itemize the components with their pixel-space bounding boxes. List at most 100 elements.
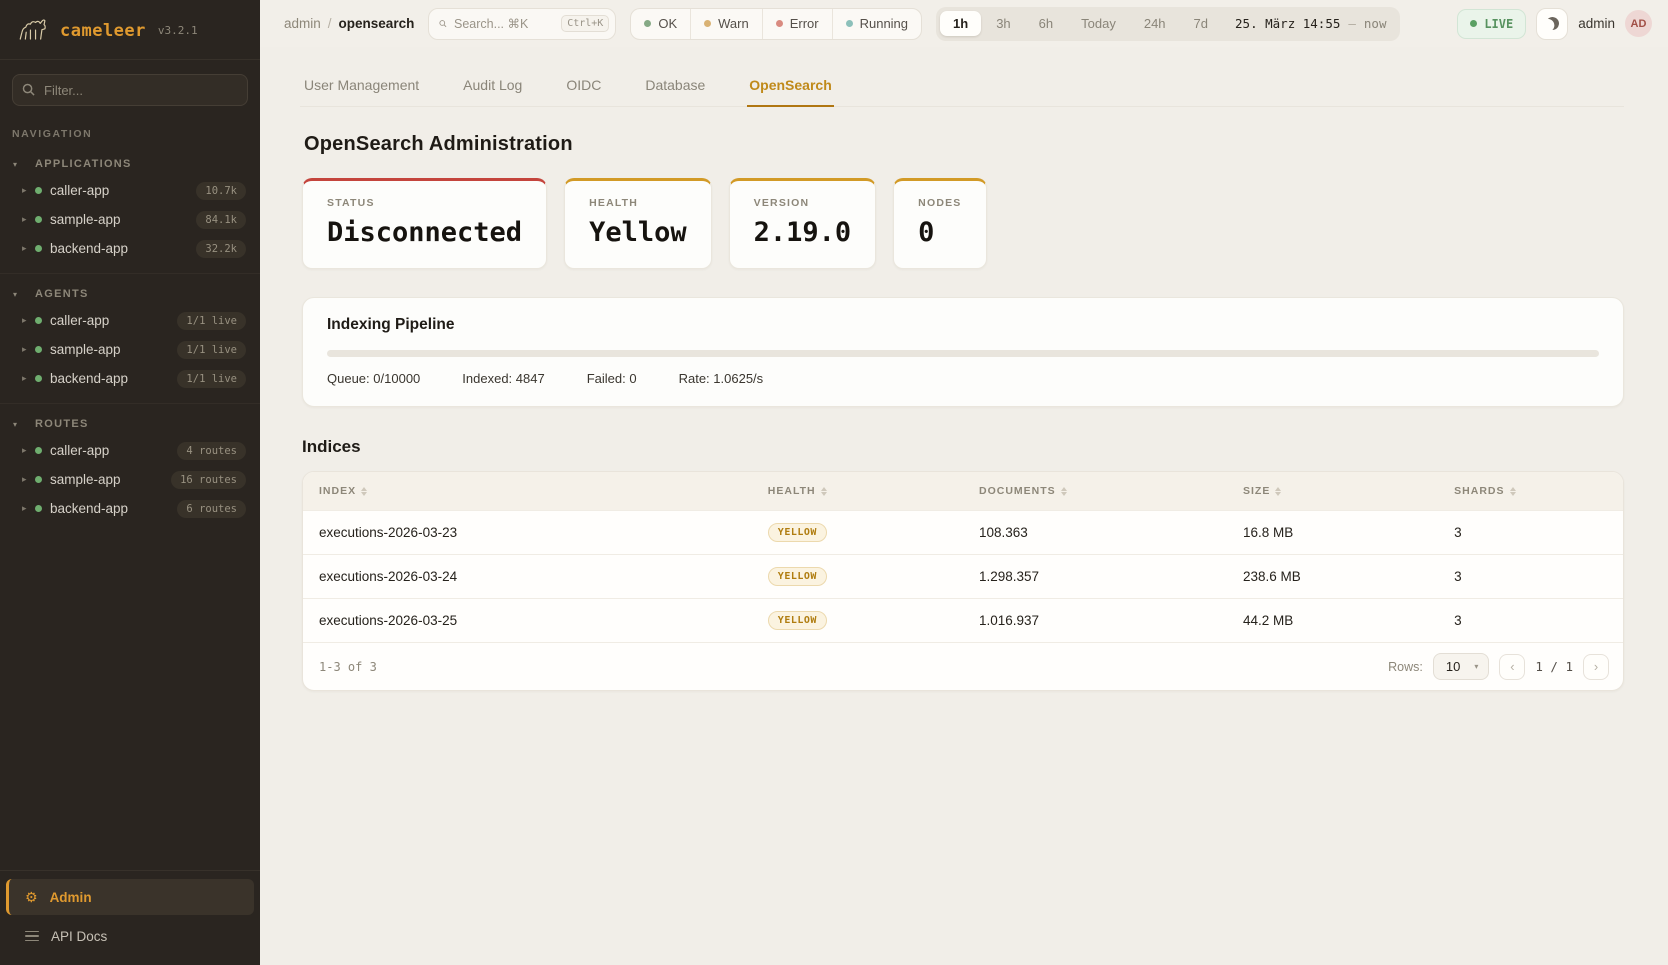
cell-health: YELLOW xyxy=(752,599,963,642)
cell-health: YELLOW xyxy=(752,511,963,554)
cell-index: executions-2026-03-23 xyxy=(303,513,752,552)
breadcrumb-admin[interactable]: admin xyxy=(284,16,321,31)
date-range-display[interactable]: 25. März 14:55 — now xyxy=(1235,16,1386,31)
sidebar-item-agents-sample-app[interactable]: ▸ sample-app 1/1 live xyxy=(0,335,260,364)
time-range-24h[interactable]: 24h xyxy=(1131,11,1179,36)
health-card: HEALTH Yellow xyxy=(564,178,712,269)
avatar[interactable]: AD xyxy=(1625,10,1652,37)
section-header-agents[interactable]: ▾ AGENTS xyxy=(0,280,260,306)
stat-label: VERSION xyxy=(754,197,852,209)
next-page-button[interactable]: › xyxy=(1583,654,1609,680)
column-header-shards[interactable]: SHARDS xyxy=(1438,472,1623,510)
pipeline-progress-bar xyxy=(327,350,1599,357)
tab-oidc[interactable]: OIDC xyxy=(564,69,603,106)
item-label: caller-app xyxy=(50,443,109,458)
rows-per-page-value: 10 xyxy=(1446,659,1460,674)
sidebar-item-api-docs[interactable]: API Docs xyxy=(6,919,254,953)
sidebar-item-routes-caller-app[interactable]: ▸ caller-app 4 routes xyxy=(0,436,260,465)
time-range-today[interactable]: Today xyxy=(1068,11,1129,36)
user-name: admin xyxy=(1578,16,1615,31)
time-range-3h[interactable]: 3h xyxy=(983,11,1023,36)
topbar: admin / opensearch Ctrl+K OK Warn Error xyxy=(260,0,1668,47)
filter-running-button[interactable]: Running xyxy=(832,9,921,39)
live-toggle[interactable]: LIVE xyxy=(1457,9,1526,39)
time-range-6h[interactable]: 6h xyxy=(1026,11,1066,36)
column-header-index[interactable]: INDEX xyxy=(303,472,752,510)
live-badge: 1/1 live xyxy=(177,341,246,359)
routes-badge: 16 routes xyxy=(171,471,246,489)
chevron-right-icon: ▸ xyxy=(22,243,35,254)
nodes-card: NODES 0 xyxy=(893,178,986,269)
filter-ok-button[interactable]: OK xyxy=(631,9,690,39)
sidebar-item-routes-backend-app[interactable]: ▸ backend-app 6 routes xyxy=(0,494,260,523)
column-header-health[interactable]: HEALTH xyxy=(752,472,963,510)
sidebar-item-applications-caller-app[interactable]: ▸ caller-app 10.7k xyxy=(0,176,260,205)
filter-label: Running xyxy=(860,16,908,31)
column-header-documents[interactable]: DOCUMENTS xyxy=(963,472,1227,510)
moon-icon xyxy=(1544,16,1560,32)
table-row[interactable]: executions-2026-03-23 YELLOW 108.363 16.… xyxy=(303,510,1623,554)
stat-value: 2.19.0 xyxy=(754,217,852,248)
sidebar-item-admin[interactable]: ⚙ Admin xyxy=(6,879,254,915)
app-logo: cameleer v3.2.1 xyxy=(0,0,260,60)
status-dot xyxy=(35,346,42,353)
sort-icon xyxy=(361,487,367,496)
rows-per-page-select[interactable]: 10 ▾ xyxy=(1433,653,1489,680)
sidebar-item-applications-sample-app[interactable]: ▸ sample-app 84.1k xyxy=(0,205,260,234)
filter-warn-button[interactable]: Warn xyxy=(690,9,762,39)
navigation-label: NAVIGATION xyxy=(0,110,260,144)
date-separator: — xyxy=(1348,16,1356,31)
stat-label: HEALTH xyxy=(589,197,687,209)
filter-error-button[interactable]: Error xyxy=(762,9,832,39)
filter-input[interactable] xyxy=(12,74,248,106)
section-header-routes[interactable]: ▾ ROUTES xyxy=(0,410,260,436)
tab-database[interactable]: Database xyxy=(643,69,707,106)
cell-size: 238.6 MB xyxy=(1227,557,1438,596)
item-label: sample-app xyxy=(50,342,121,357)
sidebar-item-routes-sample-app[interactable]: ▸ sample-app 16 routes xyxy=(0,465,260,494)
gear-icon: ⚙ xyxy=(25,889,38,906)
indices-title: Indices xyxy=(302,437,1624,457)
chevron-right-icon: ▸ xyxy=(22,445,35,456)
sidebar-item-agents-backend-app[interactable]: ▸ backend-app 1/1 live xyxy=(0,364,260,393)
global-search[interactable]: Ctrl+K xyxy=(428,8,616,40)
tab-audit-log[interactable]: Audit Log xyxy=(461,69,524,106)
cell-size: 16.8 MB xyxy=(1227,513,1438,552)
count-badge: 10.7k xyxy=(196,182,246,200)
chevron-right-icon: ▸ xyxy=(22,185,35,196)
tab-opensearch[interactable]: OpenSearch xyxy=(747,69,833,106)
stat-label: STATUS xyxy=(327,197,522,209)
time-range-7d[interactable]: 7d xyxy=(1181,11,1221,36)
sort-icon xyxy=(821,487,827,496)
live-dot xyxy=(1470,20,1477,27)
sidebar-item-applications-backend-app[interactable]: ▸ backend-app 32.2k xyxy=(0,234,260,263)
search-input[interactable] xyxy=(454,17,554,31)
item-label: backend-app xyxy=(50,371,128,386)
date-from: 25. März 14:55 xyxy=(1235,16,1340,31)
ok-dot xyxy=(644,20,651,27)
date-to: now xyxy=(1364,16,1387,31)
sidebar-section-applications: ▾ APPLICATIONS ▸ caller-app 10.7k ▸ samp… xyxy=(0,144,260,274)
prev-page-button[interactable]: ‹ xyxy=(1499,654,1525,680)
dark-mode-toggle[interactable] xyxy=(1536,8,1568,40)
app-name: cameleer xyxy=(60,21,146,41)
tab-user-management[interactable]: User Management xyxy=(302,69,421,106)
section-header-applications[interactable]: ▾ APPLICATIONS xyxy=(0,150,260,176)
tab-bar: User Management Audit Log OIDC Database … xyxy=(300,69,1624,107)
table-row[interactable]: executions-2026-03-25 YELLOW 1.016.937 4… xyxy=(303,598,1623,642)
health-badge: YELLOW xyxy=(768,611,827,630)
app-version: v3.2.1 xyxy=(158,24,198,37)
column-header-size[interactable]: SIZE xyxy=(1227,472,1438,510)
chevron-right-icon: ▸ xyxy=(22,373,35,384)
item-label: backend-app xyxy=(50,501,128,516)
sidebar-item-agents-caller-app[interactable]: ▸ caller-app 1/1 live xyxy=(0,306,260,335)
rows-per-page-label: Rows: xyxy=(1388,660,1423,674)
table-row[interactable]: executions-2026-03-24 YELLOW 1.298.357 2… xyxy=(303,554,1623,598)
pipeline-stat-queue: Queue: 0/10000 xyxy=(327,371,420,386)
status-filter-group: OK Warn Error Running xyxy=(630,8,922,40)
sort-icon xyxy=(1275,487,1281,496)
cell-shards: 3 xyxy=(1438,513,1623,552)
item-label: sample-app xyxy=(50,212,121,227)
status-dot xyxy=(35,476,42,483)
time-range-1h[interactable]: 1h xyxy=(940,11,981,36)
